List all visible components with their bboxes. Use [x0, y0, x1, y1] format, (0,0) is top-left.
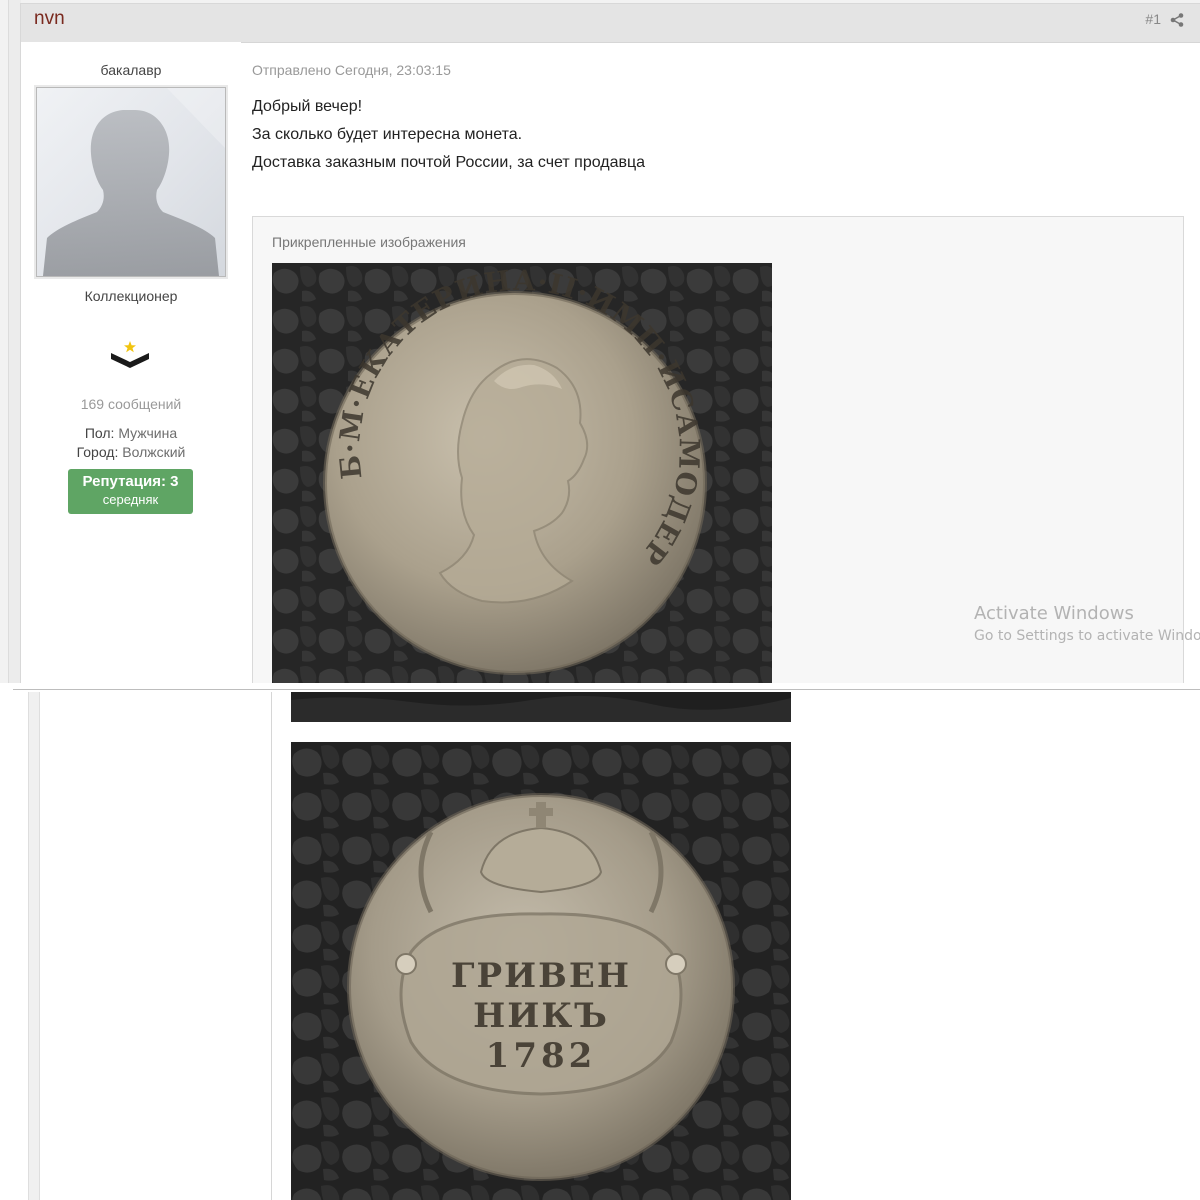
- rank-chevron-star-icon: [111, 341, 149, 368]
- svg-text:НИКЪ: НИКЪ: [473, 996, 609, 1036]
- user-info-column: бакалавр Коллекционер 169 сообщений Пол:…: [21, 42, 241, 683]
- post-line: Добрый вечер!: [252, 98, 363, 115]
- forum-post: nvn #1 бакалавр Коллекционер 169 сообщен…: [20, 3, 1200, 683]
- avatar[interactable]: [36, 87, 226, 277]
- reputation-level: середняк: [102, 492, 159, 507]
- post-line: За сколько будет интересна монета.: [252, 126, 523, 143]
- user-post-count[interactable]: 169 сообщений: [21, 396, 241, 412]
- screenshot-separator: [0, 683, 1200, 692]
- attachment-image-coin-obverse-bottom-edge[interactable]: [291, 692, 791, 722]
- share-icon[interactable]: [1170, 13, 1184, 27]
- default-avatar-silhouette-icon: [43, 88, 225, 276]
- reputation-badge[interactable]: Репутация: 3 середняк: [68, 469, 193, 514]
- attachment-image-coin-obverse[interactable]: Б·М·ЕКАТЕРИНА·II·ИМП·ИСАМОДЕРЖ·ВСЕРОС·: [272, 263, 772, 683]
- user-city: Город: Волжский: [21, 444, 241, 460]
- user-title: бакалавр: [100, 62, 162, 78]
- post-date: Отправлено Сегодня, 23:03:15: [252, 62, 451, 78]
- city-value: Волжский: [122, 444, 186, 460]
- post-content-column: Отправлено Сегодня, 23:03:15 Добрый вече…: [252, 42, 1192, 683]
- user-gender: Пол: Мужчина: [21, 425, 241, 441]
- user-rank: Коллекционер: [84, 288, 178, 304]
- gender-value: Мужчина: [118, 425, 178, 441]
- reputation-value: Репутация: 3: [82, 473, 179, 490]
- divider: [13, 689, 1200, 690]
- watermark-subtitle: Go to Settings to activate Windows.: [974, 628, 1200, 644]
- svg-text:ГРИВЕН: ГРИВЕН: [451, 956, 631, 996]
- left-margin-strip: [28, 692, 40, 1200]
- post-line: Доставка заказным почтой России, за счет…: [252, 154, 646, 171]
- post-number-link[interactable]: #1: [1145, 11, 1161, 27]
- post-body: Добрый вечер! За сколько будет интересна…: [252, 93, 645, 177]
- watermark-title: Activate Windows: [974, 603, 1134, 624]
- attachments-title: Прикрепленные изображения: [272, 234, 466, 250]
- bottom-screenshot: ГРИВЕН НИКЪ 1782: [0, 692, 1200, 1200]
- top-screenshot: nvn #1 бакалавр Коллекционер 169 сообщен…: [0, 0, 1200, 683]
- post-author-link[interactable]: nvn: [34, 8, 65, 30]
- activate-windows-watermark: Activate Windows Go to Settings to activ…: [974, 603, 1200, 644]
- gender-label: Пол:: [84, 425, 115, 441]
- attachment-image-coin-reverse[interactable]: ГРИВЕН НИКЪ 1782: [291, 742, 791, 1200]
- city-label: Город:: [76, 444, 119, 460]
- post-header: nvn #1: [21, 4, 1200, 43]
- svg-text:1782: 1782: [486, 1036, 597, 1076]
